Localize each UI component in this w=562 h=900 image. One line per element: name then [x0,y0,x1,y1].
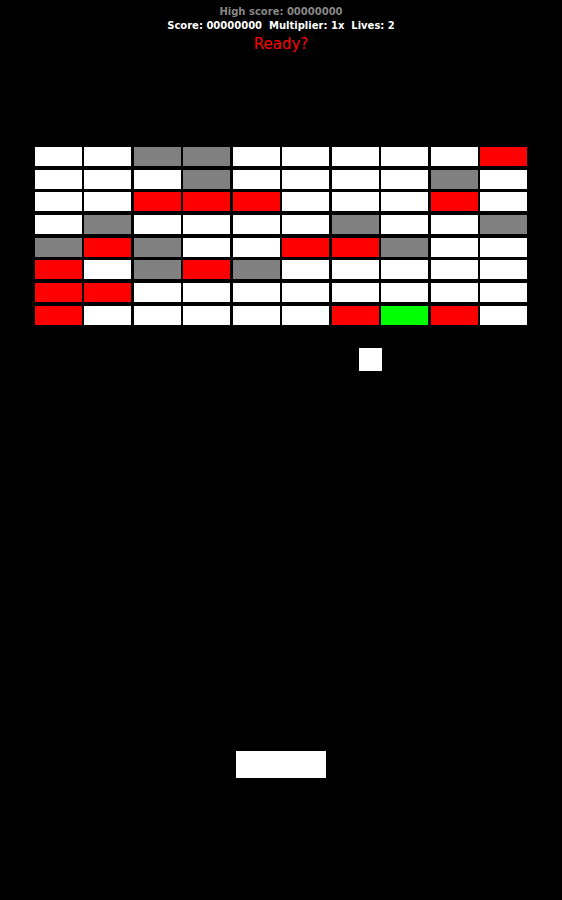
brick [381,147,428,166]
brick [332,238,379,257]
brick [480,260,527,279]
brick [233,147,280,166]
brick [332,147,379,166]
brick [233,170,280,189]
game-screen[interactable]: High score: 00000000Score: 00000000 Mult… [0,0,562,900]
brick [282,306,329,325]
brick [183,306,230,325]
brick [183,215,230,234]
brick [332,306,379,325]
brick [35,238,82,257]
brick [332,283,379,302]
brick [381,238,428,257]
brick [183,170,230,189]
brick [35,283,82,302]
brick [381,192,428,211]
brick [332,260,379,279]
brick [480,192,527,211]
brick [282,260,329,279]
brick [134,192,181,211]
brick [84,192,131,211]
brick [35,215,82,234]
brick [282,192,329,211]
brick [381,283,428,302]
brick [134,283,181,302]
brick [134,260,181,279]
brick [183,238,230,257]
brick [431,215,478,234]
brick [134,170,181,189]
hud: High score: 00000000Score: 00000000 Mult… [0,0,562,55]
brick [480,283,527,302]
brick [431,283,478,302]
brick [183,260,230,279]
brick [84,147,131,166]
brick [332,170,379,189]
brick [282,283,329,302]
brick [233,306,280,325]
brick [35,260,82,279]
brick [233,192,280,211]
brick [35,306,82,325]
brick [431,306,478,325]
brick [84,215,131,234]
brick [183,283,230,302]
brick [183,192,230,211]
brick [282,215,329,234]
brick [332,215,379,234]
brick [134,306,181,325]
brick [134,238,181,257]
brick [480,238,527,257]
brick [134,215,181,234]
brick [381,170,428,189]
brick [431,192,478,211]
brick [233,215,280,234]
brick [134,147,181,166]
brick [84,238,131,257]
brick [480,170,527,189]
brick [431,170,478,189]
brick [431,260,478,279]
brick [84,260,131,279]
brick [431,147,478,166]
paddle[interactable] [236,751,326,778]
brick [381,260,428,279]
brick [480,147,527,166]
brick [480,215,527,234]
brick [233,260,280,279]
brick [282,147,329,166]
brick-wall [35,147,527,325]
brick [381,306,428,325]
brick [233,238,280,257]
brick [480,306,527,325]
brick [282,238,329,257]
brick [84,306,131,325]
brick [282,170,329,189]
brick [183,147,230,166]
brick [332,192,379,211]
brick [35,192,82,211]
ready-message: Ready? [254,34,309,54]
high-score: High score: 00000000 [219,5,342,19]
brick [84,283,131,302]
brick [35,170,82,189]
brick [381,215,428,234]
ball [359,348,382,371]
score-status: Score: 00000000 Multiplier: 1x Lives: 2 [167,19,395,33]
brick [84,170,131,189]
brick [35,147,82,166]
brick [431,238,478,257]
brick [233,283,280,302]
